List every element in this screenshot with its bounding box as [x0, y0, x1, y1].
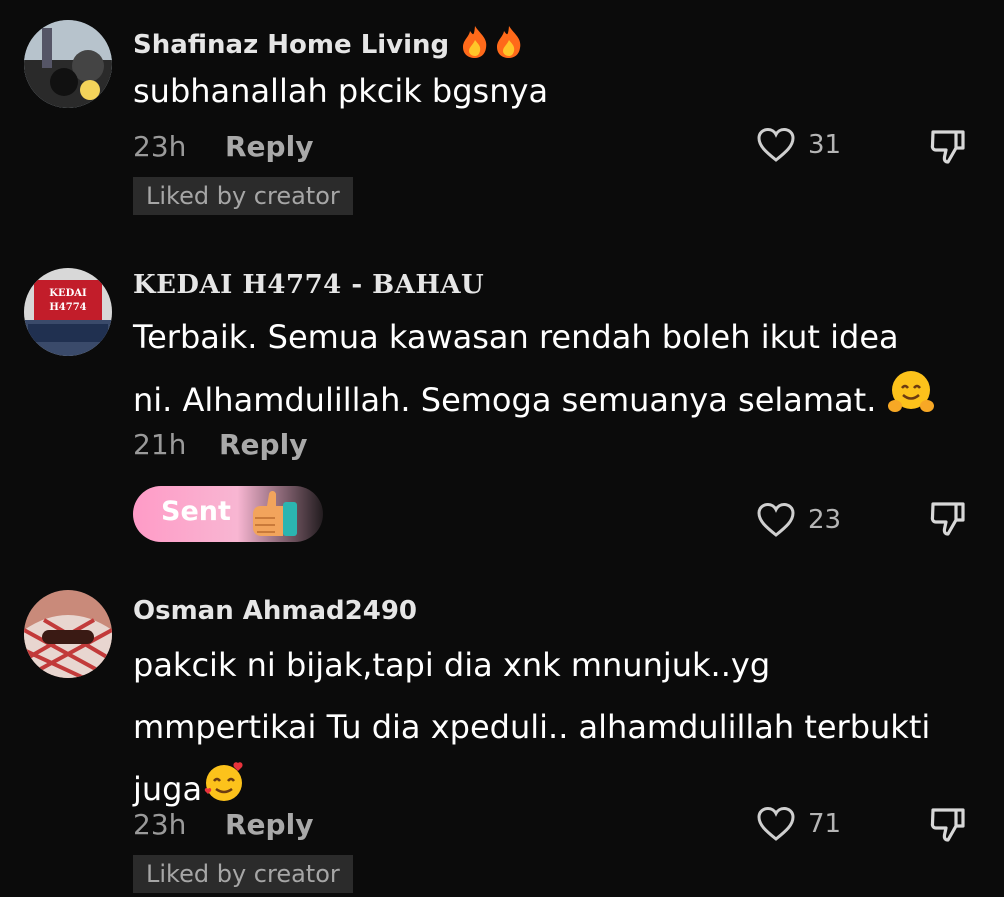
- like-count: 23: [808, 505, 842, 535]
- comment-meta: 21h Reply: [133, 428, 307, 461]
- badge-text: Liked by creator: [146, 182, 340, 210]
- dislike-button[interactable]: [928, 804, 968, 844]
- avatar-image: [24, 20, 112, 108]
- reply-button[interactable]: Reply: [225, 130, 313, 163]
- username[interactable]: KEDAI H4774 - BAHAU: [133, 270, 484, 300]
- comment-line: subhanallah pkcik bgsnya: [133, 72, 549, 110]
- avatar-text: KEDAI: [49, 288, 87, 299]
- avatar[interactable]: [24, 590, 112, 678]
- like-button[interactable]: 71: [756, 806, 841, 842]
- comment-text: subhanallah pkcik bgsnya: [133, 60, 548, 122]
- thumbs-down-icon: [930, 808, 965, 842]
- like-button[interactable]: 31: [756, 127, 841, 163]
- reply-button[interactable]: Reply: [219, 428, 307, 461]
- comment-text: pakcik ni bijak,tapi dia xnk mnunjuk..yg…: [133, 634, 930, 823]
- avatar[interactable]: KEDAI H4774: [24, 268, 112, 356]
- like-button[interactable]: 23: [756, 502, 841, 538]
- comment-line: pakcik ni bijak,tapi dia xnk mnunjuk..yg: [133, 646, 771, 684]
- reply-button[interactable]: Reply: [225, 808, 313, 841]
- liked-by-creator-badge: Liked by creator: [133, 177, 353, 215]
- avatar-text: H4774: [49, 302, 86, 313]
- comment-line: Terbaik. Semua kawasan rendah boleh ikut…: [133, 318, 899, 356]
- thumbs-down-icon: [930, 130, 965, 164]
- username-text: KEDAI H4774 - BAHAU: [133, 270, 485, 300]
- timestamp: 23h: [133, 130, 187, 163]
- sent-label: Sent: [161, 496, 231, 527]
- sent-gift-pill[interactable]: Sent: [133, 486, 323, 542]
- username[interactable]: Osman Ahmad2490: [133, 596, 417, 626]
- dislike-button[interactable]: [928, 126, 968, 166]
- heart-icon: [757, 502, 795, 537]
- heart-icon: [757, 806, 795, 841]
- timestamp: 23h: [133, 808, 187, 841]
- comment-line: juga: [133, 770, 203, 808]
- thumbs-down-icon: [930, 502, 965, 536]
- comment-meta: 23h Reply: [133, 130, 313, 163]
- comment-item: Shafinaz Home Living subhanallah pkcik b…: [0, 0, 1004, 230]
- heart-icon: [757, 127, 795, 162]
- comment-line: mmpertikai Tu dia xpeduli.. alhamdulilla…: [133, 708, 931, 746]
- badge-text: Liked by creator: [146, 860, 340, 888]
- username-text: Shafinaz Home Living: [133, 30, 450, 60]
- avatar-image: KEDAI H4774: [24, 268, 112, 356]
- comment-item: Osman Ahmad2490 pakcik ni bijak,tapi dia…: [0, 560, 1004, 897]
- thumbs-up-icon: [245, 488, 305, 546]
- username-text: Osman Ahmad2490: [133, 596, 418, 626]
- comment-text: Terbaik. Semua kawasan rendah boleh ikut…: [133, 306, 935, 436]
- comment-line: ni. Alhamdulillah. Semoga semuanya selam…: [133, 381, 877, 419]
- timestamp: 21h: [133, 428, 187, 461]
- avatar[interactable]: [24, 20, 112, 108]
- like-count: 31: [808, 130, 842, 160]
- comment-meta: 23h Reply: [133, 808, 313, 841]
- comment-item: KEDAI H4774 KEDAI H4774 - BAHAU Terbaik.…: [0, 230, 1004, 560]
- hugging-face-icon: [887, 368, 935, 436]
- dislike-button[interactable]: [928, 498, 968, 538]
- avatar-image: [24, 590, 112, 678]
- liked-by-creator-badge: Liked by creator: [133, 855, 353, 893]
- like-count: 71: [808, 809, 842, 839]
